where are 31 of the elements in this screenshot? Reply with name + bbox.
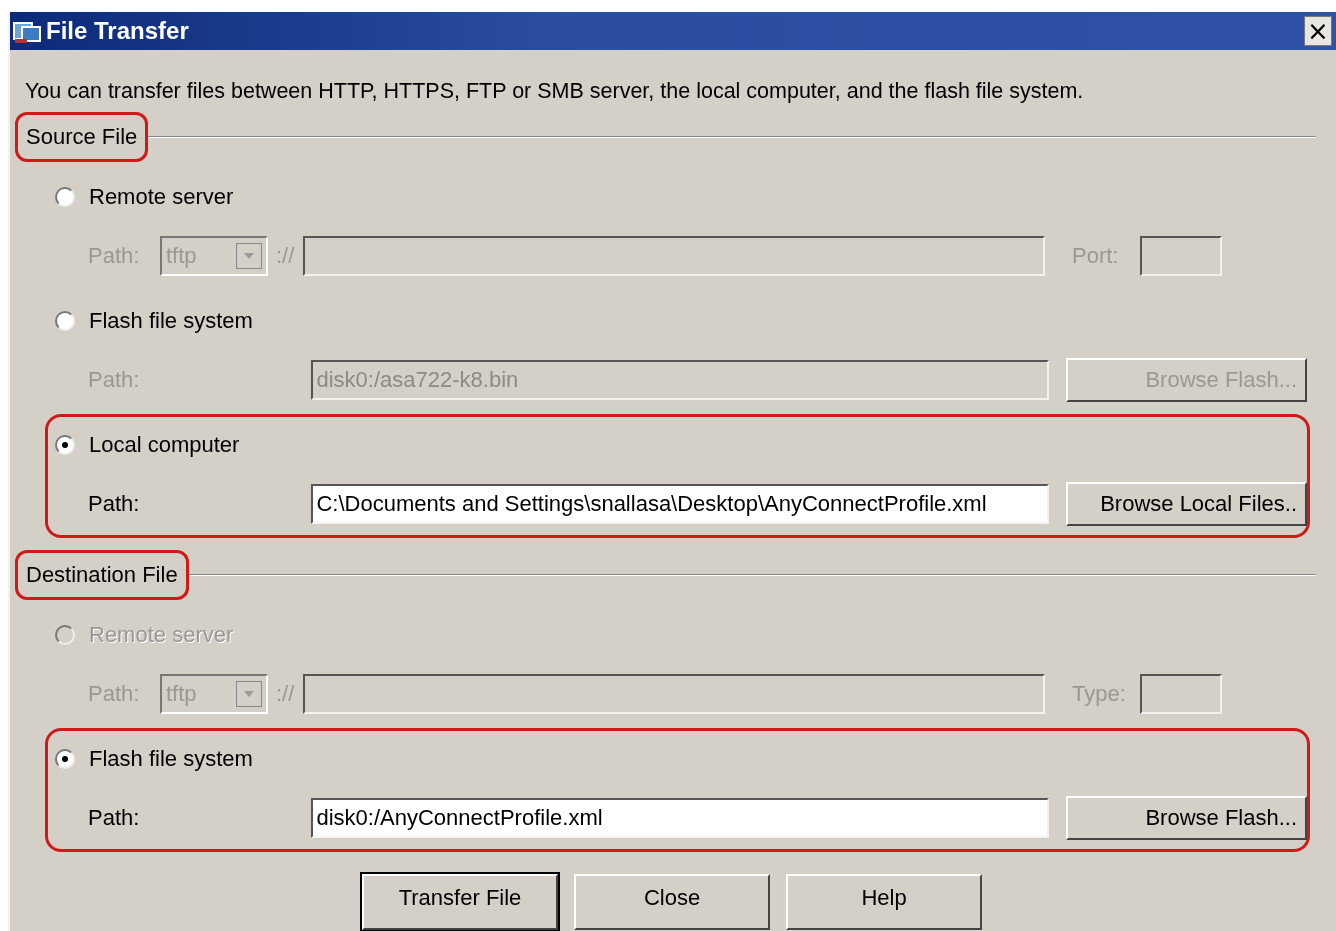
- radio-option[interactable]: Flash file system: [55, 746, 253, 772]
- group-title: Source File: [15, 112, 149, 162]
- dialog-button[interactable]: Help: [786, 874, 982, 930]
- radio-option[interactable]: Flash file system: [55, 308, 253, 334]
- dialog-button[interactable]: Transfer File: [362, 874, 558, 930]
- option-label: Flash file system: [89, 308, 253, 334]
- close-button[interactable]: ×: [1304, 16, 1332, 46]
- caret-icon: [236, 243, 262, 269]
- option-label: Remote server: [89, 622, 234, 648]
- port-label: Type:: [1072, 681, 1127, 707]
- option-label: Flash file system: [89, 746, 253, 772]
- radio-option[interactable]: Local computer: [55, 432, 240, 458]
- path-label: Path:: [88, 681, 141, 707]
- window-title: File Transfer: [46, 17, 189, 45]
- radio-option[interactable]: Remote server: [55, 184, 234, 210]
- path-label: Path:: [88, 805, 141, 831]
- dialog-button[interactable]: Close: [574, 874, 770, 930]
- browse-button[interactable]: Browse Local Files..: [1065, 482, 1307, 526]
- path-field[interactable]: disk0:/AnyConnectProfile.xml: [311, 798, 1049, 838]
- port-label: Port:: [1072, 243, 1120, 269]
- option-label: Local computer: [89, 432, 240, 458]
- path-label: Path:: [88, 243, 141, 269]
- path-field[interactable]: C:\Documents and Settings\snallasa\Desktop\AnyConnectProfile.xml: [311, 484, 1049, 524]
- url-separator: ://: [275, 681, 296, 707]
- path-label: Path:: [88, 367, 141, 393]
- url-separator: ://: [275, 243, 296, 269]
- option-label: Remote server: [89, 184, 234, 210]
- browse-button[interactable]: Browse Flash...: [1065, 796, 1307, 840]
- caret-icon: [236, 681, 262, 707]
- group-title: Destination File: [15, 550, 189, 600]
- path-label: Path:: [88, 491, 141, 517]
